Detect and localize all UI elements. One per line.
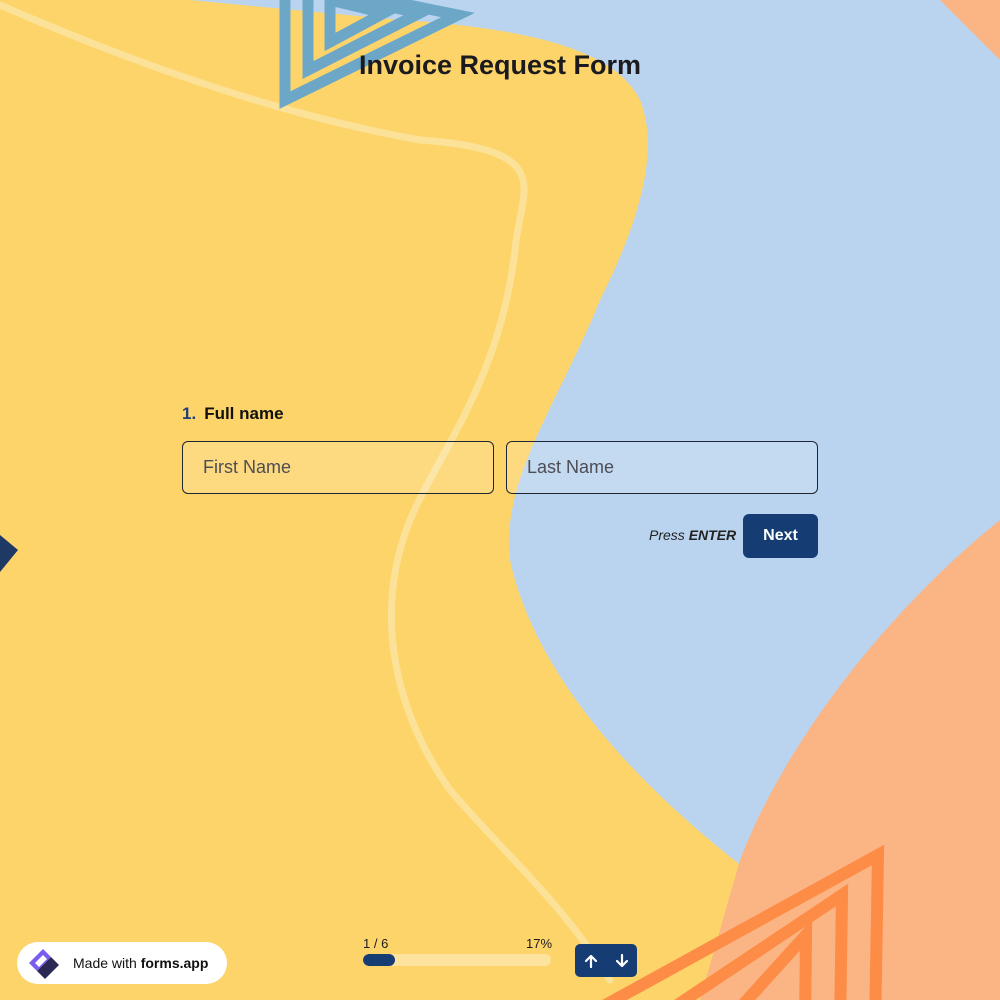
- previous-question-button[interactable]: [575, 944, 606, 977]
- next-button[interactable]: Next: [743, 514, 818, 558]
- made-with-badge[interactable]: Made with forms.app: [17, 942, 227, 984]
- question-navigation: [575, 944, 637, 977]
- next-question-button[interactable]: [606, 944, 637, 977]
- badge-brand: forms.app: [140, 955, 209, 971]
- progress-bar-fill: [363, 954, 395, 966]
- badge-prefix: Made with: [73, 955, 137, 971]
- enter-hint-key: ENTER: [688, 527, 737, 543]
- step-counter: 1 / 6: [363, 936, 389, 951]
- question-label: 1. Full name: [182, 404, 284, 424]
- last-name-input[interactable]: [506, 441, 818, 494]
- question-number: 1.: [182, 404, 197, 423]
- progress-percent: 17%: [526, 936, 553, 951]
- forms-app-logo-icon: [29, 949, 59, 979]
- progress-bar: [363, 954, 551, 966]
- enter-hint-prefix: Press: [649, 527, 685, 543]
- arrow-up-icon: [584, 954, 597, 968]
- first-name-input[interactable]: [182, 441, 494, 494]
- badge-text: Made with forms.app: [73, 955, 208, 971]
- form-title: Invoice Request Form: [358, 50, 642, 80]
- question-text: Full name: [204, 404, 284, 423]
- enter-hint: Press ENTER: [649, 527, 736, 543]
- arrow-down-icon: [615, 953, 628, 967]
